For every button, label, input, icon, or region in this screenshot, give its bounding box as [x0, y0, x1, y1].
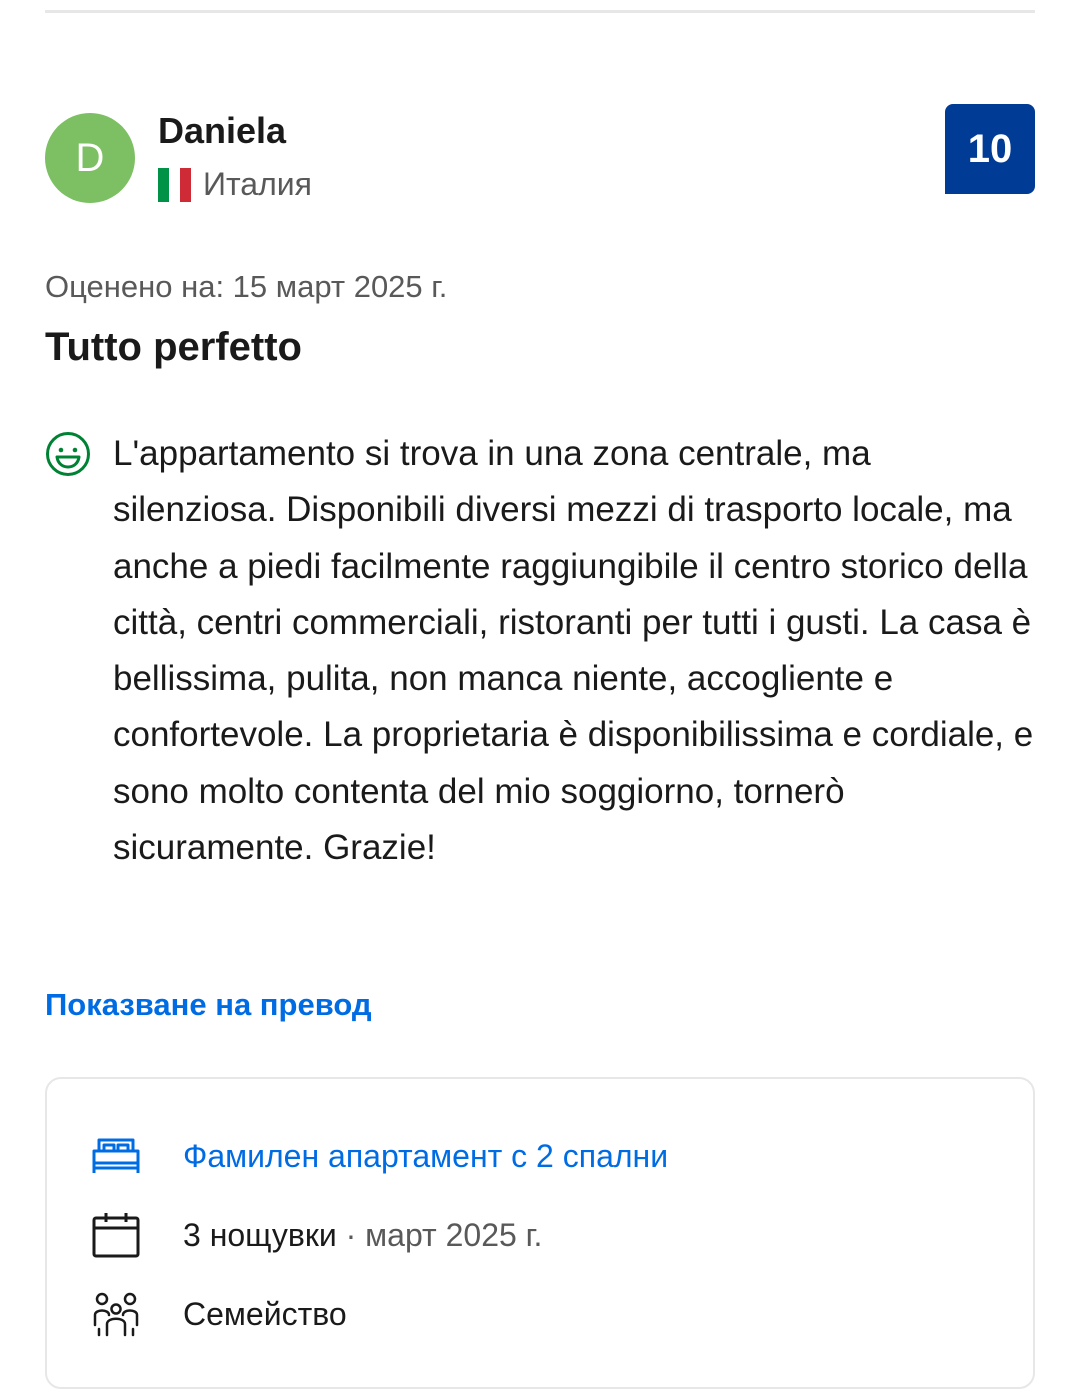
- reviewer-name: Daniela: [158, 110, 287, 151]
- room-row: Фамилен апартамент с 2 спални: [91, 1131, 668, 1181]
- smiley-face-icon: [46, 432, 90, 476]
- review-title: Tutto perfetto: [45, 325, 302, 369]
- nights-row: 3 нощувки · март 2025 г.: [91, 1210, 542, 1260]
- bed-icon: [92, 1138, 140, 1173]
- top-divider: [45, 10, 1035, 13]
- room-type-link[interactable]: Фамилен апартамент с 2 спални: [183, 1136, 668, 1176]
- stay-details-card: Фамилен апартамент с 2 спални 3 нощувки …: [45, 1077, 1035, 1389]
- calendar-icon: [92, 1213, 140, 1258]
- traveler-row: Семейство: [91, 1289, 347, 1339]
- separator-dot: ·: [345, 1217, 357, 1253]
- italy-flag-icon: [158, 168, 191, 202]
- group-icon: [93, 1292, 139, 1337]
- reviewer-country: Италия: [203, 166, 312, 202]
- show-translation-link[interactable]: Показване на превод: [45, 985, 372, 1025]
- stay-duration: 3 нощувки · март 2025 г.: [183, 1215, 542, 1255]
- traveler-type: Семейство: [183, 1296, 347, 1332]
- review-score-badge: 10: [945, 104, 1035, 194]
- avatar: D: [45, 113, 135, 203]
- review-positive-text: L'appartamento si trova in una zona cent…: [113, 434, 1034, 868]
- nights-count: 3 нощувки: [183, 1217, 337, 1253]
- stay-month: март 2025 г.: [365, 1217, 543, 1253]
- review-date: Оценено на: 15 март 2025 г.: [45, 269, 448, 304]
